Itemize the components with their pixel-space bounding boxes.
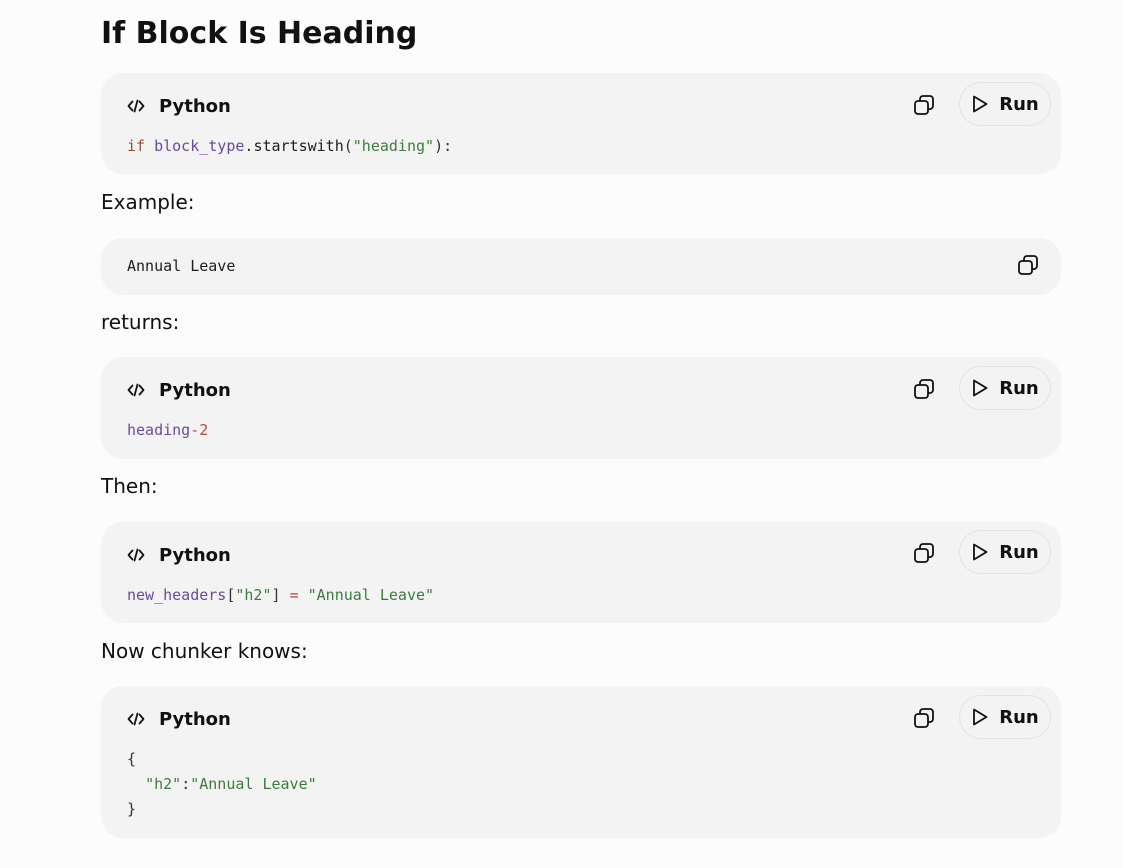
python-code-block-output: Python Run { "h2":"Annual Leave" } — [101, 686, 1061, 838]
python-code-block-condition: Python Run if block_type.startswith("hea… — [101, 73, 1061, 174]
returns-paragraph: returns: — [101, 310, 180, 334]
code-punctuation: ( — [343, 137, 353, 155]
python-code-block-returns: Python Run heading-2 — [101, 357, 1061, 459]
code-number: 2 — [199, 421, 209, 439]
copy-icon — [914, 708, 934, 728]
code-punctuation: ] — [271, 586, 281, 604]
page-title: If Block Is Heading — [101, 16, 418, 51]
run-button[interactable]: Run — [959, 695, 1051, 739]
copy-icon — [1018, 255, 1038, 275]
python-code-block-assignment: Python Run new_headers["h2"] = "Annual L… — [101, 522, 1061, 623]
run-button-label: Run — [999, 706, 1039, 728]
code-language-label: Python — [159, 708, 231, 730]
example-paragraph: Example: — [101, 190, 195, 214]
copy-button[interactable] — [906, 535, 942, 571]
play-icon — [973, 708, 988, 726]
code-icon — [127, 99, 145, 113]
play-icon — [973, 379, 988, 397]
code-method: startswith — [253, 137, 344, 155]
code-icon — [127, 712, 145, 726]
copy-button[interactable] — [1010, 247, 1046, 283]
copy-button[interactable] — [906, 700, 942, 736]
code-keyword: if — [127, 137, 146, 155]
code-content: { "h2":"Annual Leave" } — [127, 747, 317, 822]
code-punctuation: ): — [434, 137, 453, 155]
plain-code-block-example: Annual Leave — [101, 238, 1061, 295]
code-language-label: Python — [159, 544, 231, 566]
document-page: If Block Is Heading Python Run if block_… — [0, 0, 1123, 868]
code-content: new_headers["h2"] = "Annual Leave" — [127, 583, 434, 608]
copy-button[interactable] — [906, 87, 942, 123]
copy-icon — [914, 95, 934, 115]
code-icon — [127, 383, 145, 397]
code-block-header: Python — [127, 379, 231, 401]
then-paragraph: Then: — [101, 474, 158, 498]
code-string: "Annual Leave" — [190, 775, 317, 793]
copy-icon — [914, 379, 934, 399]
code-block-header: Python — [127, 95, 231, 117]
code-content: Annual Leave — [127, 257, 236, 275]
copy-icon — [914, 543, 934, 563]
code-icon — [127, 548, 145, 562]
code-block-header: Python — [127, 708, 231, 730]
run-button[interactable]: Run — [959, 530, 1051, 574]
code-variable: block_type — [154, 137, 245, 155]
code-punctuation: : — [181, 775, 191, 793]
code-string: "h2" — [235, 586, 272, 604]
code-brace: } — [127, 800, 137, 818]
play-icon — [973, 95, 988, 113]
run-button-label: Run — [999, 377, 1039, 399]
code-language-label: Python — [159, 95, 231, 117]
code-content: heading-2 — [127, 418, 208, 443]
run-button[interactable]: Run — [959, 366, 1051, 410]
run-button-label: Run — [999, 93, 1039, 115]
code-operator: = — [289, 586, 299, 604]
run-button-label: Run — [999, 541, 1039, 563]
code-content: if block_type.startswith("heading"): — [127, 134, 452, 159]
code-string: "heading" — [352, 137, 435, 155]
copy-button[interactable] — [906, 371, 942, 407]
code-variable: new_headers — [127, 586, 227, 604]
run-button[interactable]: Run — [959, 82, 1051, 126]
chunker-paragraph: Now chunker knows: — [101, 639, 308, 663]
code-variable: heading — [127, 421, 191, 439]
code-operator: - — [190, 421, 200, 439]
code-brace: { — [127, 750, 137, 768]
code-string: "h2" — [145, 775, 182, 793]
code-language-label: Python — [159, 379, 231, 401]
play-icon — [973, 543, 988, 561]
code-block-header: Python — [127, 544, 231, 566]
code-string: "Annual Leave" — [307, 586, 435, 604]
